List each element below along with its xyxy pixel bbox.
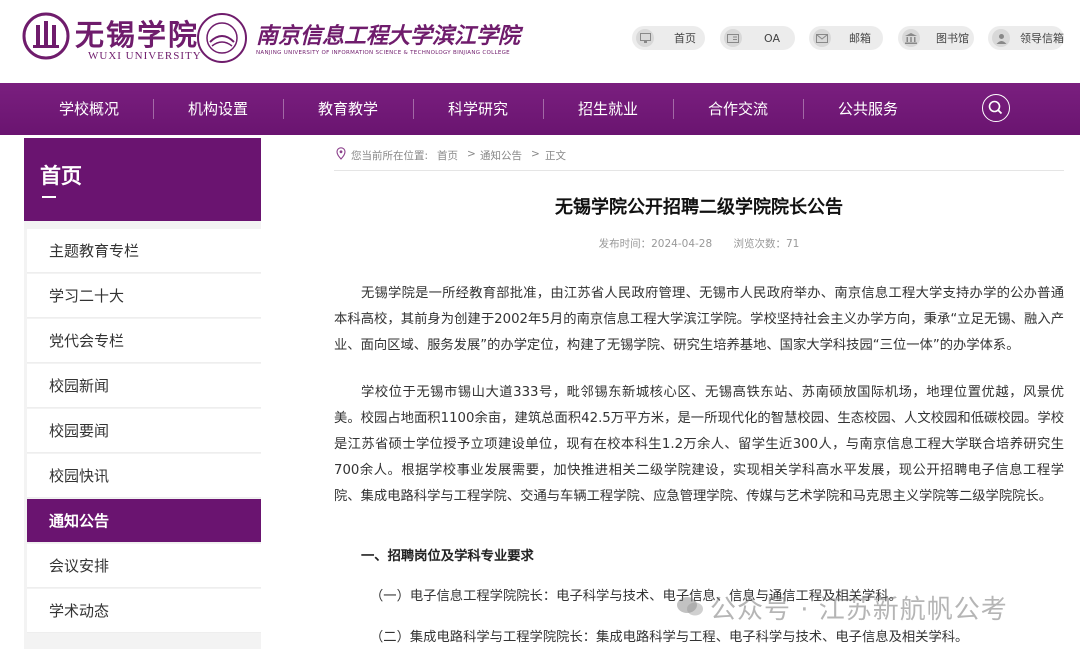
nav-item-admissions[interactable]: 招生就业 xyxy=(578,83,638,135)
logo2-subtitle: NANJING UNIVERSITY OF INFORMATION SCIENC… xyxy=(256,50,510,56)
sidebar-item-campus-news[interactable]: 校园新闻 xyxy=(27,364,261,408)
quick-link-mail[interactable]: 邮箱 xyxy=(809,26,883,50)
logo-subtitle: WUXI UNIVERSITY xyxy=(88,50,202,62)
breadcrumb-separator: > xyxy=(467,148,476,160)
quick-link-library[interactable]: 图书馆 xyxy=(898,26,974,50)
article-meta: 发布时间：2024-04-28 浏览次数：71 xyxy=(334,236,1064,251)
view-count: 浏览次数：71 xyxy=(733,238,800,250)
quick-link-label: OA xyxy=(764,31,780,45)
wuxi-university-logo-icon[interactable] xyxy=(22,9,70,63)
sidebar-item-campus-headlines[interactable]: 校园要闻 xyxy=(27,409,261,453)
logo-title: 无锡学院 xyxy=(75,18,200,52)
nav-divider xyxy=(413,99,414,119)
quick-link-oa[interactable]: OA xyxy=(720,26,795,50)
sidebar-item-theme-education[interactable]: 主题教育专栏 xyxy=(27,229,261,273)
search-button[interactable] xyxy=(982,94,1010,122)
sidebar-item-academic[interactable]: 学术动态 xyxy=(27,589,261,633)
sidebar-item-20th-congress[interactable]: 学习二十大 xyxy=(27,274,261,318)
breadcrumb-separator: > xyxy=(531,148,540,160)
nav-item-departments[interactable]: 机构设置 xyxy=(188,83,248,135)
quick-link-label: 首页 xyxy=(674,32,696,45)
quick-link-label: 领导信箱 xyxy=(1020,32,1064,45)
monitor-icon xyxy=(636,29,654,47)
breadcrumb-home[interactable]: 首页 xyxy=(437,148,458,163)
breadcrumb-prefix: 您当前所在位置: xyxy=(351,150,429,162)
section-heading: 一、招聘岗位及学科专业要求 xyxy=(361,549,534,564)
nav-divider xyxy=(803,99,804,119)
breadcrumb-current: 正文 xyxy=(545,150,566,162)
wechat-icon xyxy=(677,597,703,616)
nav-item-research[interactable]: 科学研究 xyxy=(448,83,508,135)
nav-item-public-services[interactable]: 公共服务 xyxy=(838,83,898,135)
logo2-title: 南京信息工程大学滨江学院 xyxy=(256,23,521,49)
quick-link-label: 图书馆 xyxy=(936,32,969,45)
person-icon xyxy=(992,29,1010,47)
binjiang-college-seal-icon xyxy=(197,13,247,63)
library-building-icon xyxy=(902,29,920,47)
main-nav xyxy=(0,83,1080,135)
quick-link-label: 邮箱 xyxy=(849,32,871,45)
sidebar-item-campus-briefs[interactable]: 校园快讯 xyxy=(27,454,261,498)
nav-divider xyxy=(543,99,544,119)
sidebar-item-party-congress[interactable]: 党代会专栏 xyxy=(27,319,261,363)
site-header: 无锡学院 WUXI UNIVERSITY 南京信息工程大学滨江学院 NANJIN… xyxy=(0,0,1080,83)
article-paragraph: 学校位于无锡市锡山大道333号，毗邻锡东新城核心区、无锡高铁东站、苏南硕放国际机… xyxy=(334,385,1064,504)
quick-link-leader-mailbox[interactable]: 领导信箱 xyxy=(988,26,1064,50)
nav-divider xyxy=(673,99,674,119)
sidebar-title: 首页 xyxy=(40,164,82,188)
watermark-text: 公众号 · 江苏新航帆公考 xyxy=(710,595,1008,625)
breadcrumb-notices[interactable]: 通知公告 xyxy=(480,148,522,163)
nav-item-about[interactable]: 学校概况 xyxy=(59,83,119,135)
nav-divider xyxy=(283,99,284,119)
article-list-item: （二）集成电路科学与工程学院院长：集成电路科学与工程、电子科学与技术、电子信息及… xyxy=(370,630,969,645)
article-title: 无锡学院公开招聘二级学院院长公告 xyxy=(555,197,843,218)
envelope-icon xyxy=(813,29,831,47)
sidebar-item-meetings[interactable]: 会议安排 xyxy=(27,544,261,588)
sidebar-title-underline xyxy=(42,196,56,198)
article-paragraph: 无锡学院是一所经教育部批准，由江苏省人民政府管理、无锡市人民政府举办、南京信息工… xyxy=(334,286,1064,353)
location-pin-icon xyxy=(336,147,346,163)
quick-link-home[interactable]: 首页 xyxy=(632,26,705,50)
sidebar-item-notices[interactable]: 通知公告 xyxy=(27,499,261,543)
search-icon xyxy=(988,100,1003,115)
nav-item-cooperation[interactable]: 合作交流 xyxy=(708,83,768,135)
nav-item-education[interactable]: 教育教学 xyxy=(318,83,378,135)
nav-divider xyxy=(153,99,154,119)
breadcrumb: 您当前所在位置: 首页 > 通知公告 > 正文 xyxy=(334,146,1064,171)
publish-date: 发布时间：2024-04-28 xyxy=(598,238,713,250)
id-card-icon xyxy=(724,29,742,47)
